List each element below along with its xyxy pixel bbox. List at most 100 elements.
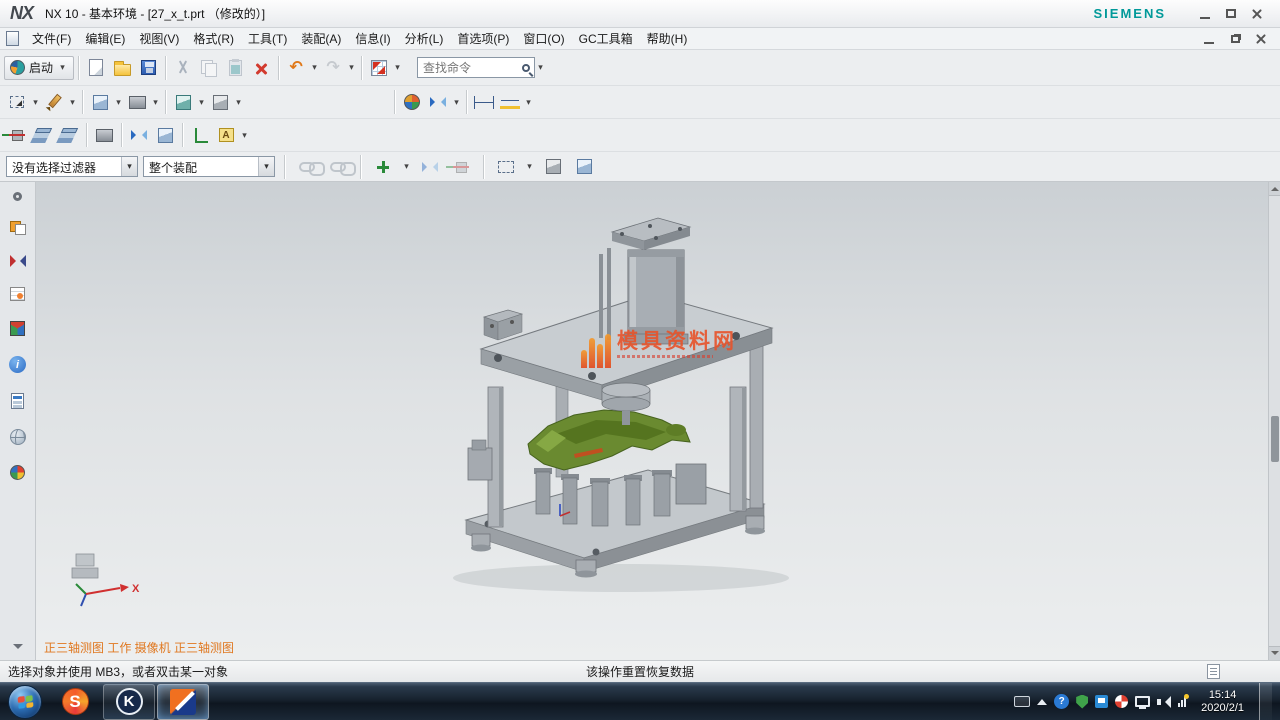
child-restore-button[interactable] — [1222, 29, 1248, 49]
menu-information[interactable]: 信息(I) — [348, 28, 397, 49]
menu-file[interactable]: 文件(F) — [25, 28, 78, 49]
redo-button[interactable]: ↷ — [320, 55, 346, 81]
snap-point-button[interactable] — [399, 89, 425, 115]
selection-filter-combo[interactable]: 没有选择过滤器 — [6, 156, 138, 177]
vertical-scrollbar[interactable] — [1268, 182, 1280, 660]
web-browser-icon[interactable] — [10, 429, 26, 445]
annotation-button[interactable]: A — [213, 122, 239, 148]
menu-tools[interactable]: 工具(T) — [241, 28, 294, 49]
selection-scope-combo[interactable]: 整个装配 — [143, 156, 275, 177]
sketch-dropdown[interactable] — [67, 90, 78, 114]
undo-dropdown[interactable] — [309, 56, 320, 80]
graphics-window[interactable]: 模具资料网 X 正三轴测图 工作 摄像机 正三轴测图 — [36, 182, 1268, 660]
menu-edit[interactable]: 编辑(E) — [78, 28, 132, 49]
minimize-button[interactable] — [1192, 4, 1218, 24]
view-orientation-button[interactable] — [366, 55, 392, 81]
datum-plane-button[interactable] — [87, 89, 113, 115]
assembly-constraints-button[interactable] — [425, 89, 451, 115]
orient-view-button[interactable] — [126, 122, 152, 148]
cut-button[interactable] — [170, 55, 196, 81]
scroll-up-icon[interactable] — [1269, 182, 1280, 196]
child-close-button[interactable] — [1248, 29, 1274, 49]
part-navigator-icon[interactable] — [10, 287, 25, 301]
maximize-button[interactable] — [1218, 4, 1244, 24]
layer-visible-button[interactable] — [56, 122, 82, 148]
rectangle-select-button[interactable] — [493, 154, 519, 180]
reuse-library-icon[interactable] — [10, 321, 25, 336]
menu-format[interactable]: 格式(R) — [186, 28, 241, 49]
select-prev-button[interactable] — [448, 154, 474, 180]
scroll-down-icon[interactable] — [1269, 646, 1280, 660]
measure-button[interactable] — [497, 89, 523, 115]
taskbar-nx-button[interactable] — [157, 684, 209, 720]
child-minimize-button[interactable] — [1196, 29, 1222, 49]
network-icon[interactable] — [1178, 697, 1186, 707]
selection-box-dropdown[interactable] — [30, 90, 41, 114]
menu-view[interactable]: 视图(V) — [132, 28, 186, 49]
menu-assembly[interactable]: 装配(A) — [294, 28, 348, 49]
delete-button[interactable] — [248, 55, 274, 81]
hidden-icons-arrow[interactable] — [1037, 694, 1047, 705]
help-tray-icon[interactable]: ? — [1054, 694, 1069, 709]
taskbar-clock[interactable]: 15:14 2020/2/1 — [1201, 689, 1244, 715]
selection-filter-dropdown-icon[interactable] — [121, 157, 137, 176]
assembly-navigator-icon[interactable] — [10, 221, 26, 235]
menu-analysis[interactable]: 分析(L) — [398, 28, 451, 49]
taskbar-k-app-button[interactable]: K — [103, 684, 155, 720]
update-tray-icon[interactable] — [1115, 695, 1128, 708]
close-button[interactable] — [1244, 4, 1270, 24]
interpart-link-button[interactable] — [325, 154, 351, 180]
sketch-button[interactable] — [41, 89, 67, 115]
constraint-navigator-icon[interactable] — [10, 255, 26, 267]
solid-body-button[interactable] — [124, 89, 150, 115]
menu-preferences[interactable]: 首选项(P) — [450, 28, 516, 49]
volume-icon[interactable] — [1157, 696, 1171, 708]
view-orientation-dropdown[interactable] — [392, 56, 403, 80]
taskbar-sogou-button[interactable]: S — [49, 684, 101, 720]
show-desktop-button[interactable] — [1259, 683, 1272, 720]
datum-plane-dropdown[interactable] — [113, 90, 124, 114]
command-search-input[interactable] — [417, 57, 535, 78]
menu-window[interactable]: 窗口(O) — [516, 28, 571, 49]
input-method-icon[interactable] — [1014, 696, 1030, 707]
unite-button[interactable] — [207, 89, 233, 115]
snap-add-dropdown[interactable] — [401, 155, 412, 179]
paste-button[interactable] — [222, 55, 248, 81]
save-button[interactable] — [135, 55, 161, 81]
highlight-link-button[interactable] — [294, 154, 320, 180]
open-file-button[interactable] — [109, 55, 135, 81]
redo-dropdown[interactable] — [346, 56, 357, 80]
selection-scope-dropdown-icon[interactable] — [258, 157, 274, 176]
extrude-button[interactable] — [170, 89, 196, 115]
extrude-dropdown[interactable] — [196, 90, 207, 114]
rotate-view-button[interactable] — [152, 122, 178, 148]
search-dropdown[interactable] — [535, 56, 546, 80]
start-orb-button[interactable] — [8, 685, 42, 719]
shaded-solid-button[interactable] — [540, 154, 566, 180]
new-file-button[interactable] — [83, 55, 109, 81]
history-palette-icon[interactable] — [11, 393, 24, 409]
sidebar-collapse-icon[interactable] — [13, 644, 23, 654]
rectangle-select-dropdown[interactable] — [524, 155, 535, 179]
constraints-dropdown[interactable] — [451, 90, 462, 114]
dimension-button[interactable] — [471, 89, 497, 115]
layer-settings-button[interactable] — [30, 122, 56, 148]
annotation-dropdown[interactable] — [239, 123, 250, 147]
snap-add-button[interactable] — [370, 154, 396, 180]
wcs-button[interactable] — [187, 122, 213, 148]
find-next-button[interactable] — [417, 154, 443, 180]
scrollbar-thumb[interactable] — [1271, 416, 1279, 462]
menu-gc-toolbox[interactable]: GC工具箱 — [572, 28, 640, 49]
system-materials-icon[interactable] — [10, 465, 25, 480]
unite-dropdown[interactable] — [233, 90, 244, 114]
messenger-tray-icon[interactable] — [1095, 695, 1108, 708]
3d-model[interactable] — [36, 182, 1268, 660]
start-menu-button[interactable]: 启动 — [4, 56, 74, 80]
display-mode-button[interactable] — [91, 122, 117, 148]
status-report-icon[interactable] — [1207, 664, 1220, 679]
solid-body-dropdown[interactable] — [150, 90, 161, 114]
internet-explorer-icon[interactable]: i — [9, 356, 26, 373]
move-component-button[interactable] — [4, 122, 30, 148]
selection-box-button[interactable] — [4, 89, 30, 115]
part-document-icon[interactable] — [6, 31, 19, 46]
